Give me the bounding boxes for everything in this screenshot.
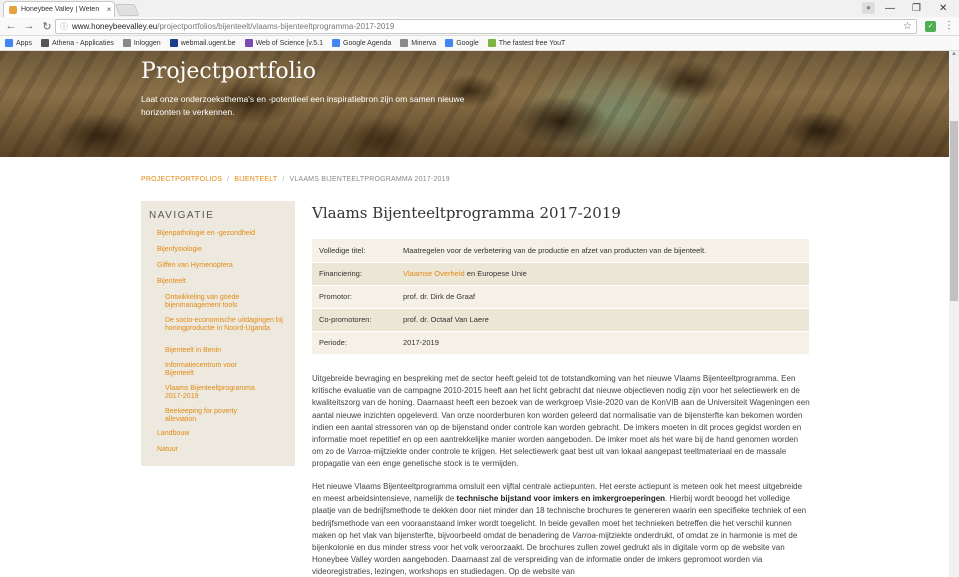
bold-text: technische bijstand voor imkers en imker… xyxy=(456,494,666,504)
bookmark-item[interactable]: Google xyxy=(445,39,479,47)
nav-subitem-informatiecentrum[interactable]: Informatiecentrum voor Bijenteelt xyxy=(165,362,257,378)
breadcrumb-current: VLAAMS BIJENTEELTPROGRAMMA 2017-2019 xyxy=(289,176,450,183)
close-window-icon[interactable]: ✕ xyxy=(939,0,947,17)
site-favicon-icon xyxy=(9,5,17,14)
table-row: Volledige titel: Maatregelen voor de ver… xyxy=(312,239,809,263)
nav-subitem-noord-uganda[interactable]: De socio-economische uitdagingen bij hon… xyxy=(165,317,283,333)
page-title: Vlaams Bijenteeltprogramma 2017-2019 xyxy=(312,204,621,222)
bookmark-item[interactable]: Minerva xyxy=(400,39,436,47)
tab-close-icon[interactable]: × xyxy=(104,5,114,14)
new-tab-button[interactable] xyxy=(114,4,140,16)
scroll-up-icon[interactable]: ▲ xyxy=(949,51,959,57)
table-value: Maatregelen voor de verbetering van de p… xyxy=(396,239,809,263)
browser-tab[interactable]: Honeybee Valley | Weten × xyxy=(3,1,115,17)
bookmark-icon xyxy=(487,39,496,47)
table-value: 2017-2019 xyxy=(396,331,809,355)
table-key: Financiering: xyxy=(312,262,396,286)
bookmark-item[interactable]: The fastest free YouT xyxy=(487,39,565,47)
bookmark-icon xyxy=(169,39,178,47)
info-icon[interactable]: ⓘ xyxy=(60,21,68,32)
bookmark-item[interactable]: Web of Science [v.5.1 xyxy=(244,39,323,47)
apps-icon xyxy=(5,39,13,47)
address-bar[interactable]: ⓘ www.honeybeevalley.eu/projectportfolio… xyxy=(55,19,917,34)
breadcrumb-separator: / xyxy=(282,176,285,183)
breadcrumb-link[interactable]: BIJENTEELT xyxy=(234,176,277,183)
nav-item-giffen[interactable]: Giffen van Hymenoptera xyxy=(157,262,287,270)
bookmark-icon xyxy=(244,39,253,47)
profile-icon[interactable]: ● xyxy=(862,2,875,14)
nav-item-landbouw[interactable]: Landbouw xyxy=(157,430,287,438)
table-row: Periode: 2017-2019 xyxy=(312,331,809,355)
nav-subitem-poverty-alleviation[interactable]: Beekeeping for poverty alleviation xyxy=(165,408,255,424)
financing-link[interactable]: Vlaamse Overheid xyxy=(403,269,465,278)
nav-item-natuur[interactable]: Natuur xyxy=(157,446,287,454)
project-info-table: Volledige titel: Maatregelen voor de ver… xyxy=(312,239,809,355)
body-paragraph: Uitgebreide bevraging en bespreking met … xyxy=(312,374,810,469)
forward-icon[interactable]: → xyxy=(22,20,36,32)
hero-banner: Projectportfolio Laat onze onderzoeksthe… xyxy=(0,51,949,157)
bookmark-icon xyxy=(122,39,131,47)
bookmark-icon xyxy=(400,39,409,47)
table-value: prof. dr. Octaaf Van Laere xyxy=(396,308,809,332)
google-icon xyxy=(445,39,454,47)
google-icon xyxy=(332,39,341,47)
reload-icon[interactable]: ↻ xyxy=(40,20,54,33)
bookmarks-bar: Apps Athena - Applicaties Inloggen webma… xyxy=(0,36,959,51)
nav-item-bijenpathologie[interactable]: Bijenpathologie en -gezondheid xyxy=(157,230,287,238)
nav-item-bijenteelt[interactable]: Bijenteelt xyxy=(157,278,287,286)
bookmark-icon xyxy=(40,39,49,47)
scrollbar-thumb[interactable] xyxy=(950,121,958,301)
table-key: Promotor: xyxy=(312,285,396,309)
breadcrumb: PROJECTPORTFOLIOS / BIJENTEELT / VLAAMS BIJE… xyxy=(141,176,450,183)
restore-icon[interactable]: ❐ xyxy=(912,0,921,17)
table-row: Promotor: prof. dr. Dirk de Graaf xyxy=(312,285,809,309)
side-navigation: NAVIGATIE Bijenpathologie en -gezondheid… xyxy=(141,201,295,466)
bookmark-item[interactable]: Apps xyxy=(5,39,32,47)
bookmark-item[interactable]: Athena - Applicaties xyxy=(40,39,114,47)
table-value: Vlaamse Overheid en Europese Unie xyxy=(396,262,809,286)
nav-subitem-management-tools[interactable]: Ontwikkeling van goede bijenmanagement t… xyxy=(165,294,265,310)
url-host: www.honeybeevalley.eu xyxy=(72,22,158,31)
hero-title: Projectportfolio xyxy=(141,59,316,84)
table-key: Co-promotoren: xyxy=(312,308,396,332)
table-key: Periode: xyxy=(312,331,396,355)
bookmark-star-icon[interactable]: ☆ xyxy=(903,21,912,32)
sidenav-heading: NAVIGATIE xyxy=(149,210,215,221)
bookmark-item[interactable]: Google Agenda xyxy=(332,39,391,47)
tab-title: Honeybee Valley | Weten xyxy=(21,6,100,13)
hero-subtitle: Laat onze onderzoeksthema's en -potentie… xyxy=(141,94,465,117)
table-row: Co-promotoren: prof. dr. Octaaf Van Laer… xyxy=(312,308,809,332)
nav-item-bijenfysiologie[interactable]: Bijenfysiologie xyxy=(157,246,287,254)
table-value: prof. dr. Dirk de Graaf xyxy=(396,285,809,309)
browser-tabstrip: Honeybee Valley | Weten × ● — ❐ ✕ xyxy=(0,0,959,17)
browser-toolbar: ← → ↻ ⓘ www.honeybeevalley.eu/projectpor… xyxy=(0,17,959,36)
bookmark-item[interactable]: Inloggen xyxy=(122,39,161,47)
table-row: Financiering: Vlaamse Overheid en Europe… xyxy=(312,262,809,286)
url-path: /projectportfolios/bijenteelt/vlaams-bij… xyxy=(157,22,395,31)
bookmark-item[interactable]: webmail.ugent.be xyxy=(169,39,236,47)
browser-menu-icon[interactable]: ⋮ xyxy=(944,20,954,31)
nav-subitem-benin[interactable]: Bijenteelt in Benin xyxy=(165,347,275,355)
back-icon[interactable]: ← xyxy=(4,20,18,32)
breadcrumb-link[interactable]: PROJECTPORTFOLIOS xyxy=(141,176,222,183)
page-scrollbar[interactable]: ▲ xyxy=(949,51,959,577)
extension-icon[interactable]: ✓ xyxy=(925,21,936,32)
web-page: Projectportfolio Laat onze onderzoeksthe… xyxy=(0,51,949,577)
breadcrumb-separator: / xyxy=(227,176,230,183)
nav-subitem-vlaams-bijenteeltprogramma[interactable]: Vlaams Bijenteeltprogramma 2017-2019 xyxy=(165,385,271,401)
minimize-icon[interactable]: — xyxy=(885,0,895,17)
body-paragraph: Het nieuwe Vlaams Bijenteeltprogramma om… xyxy=(312,482,807,577)
table-key: Volledige titel: xyxy=(312,239,396,263)
